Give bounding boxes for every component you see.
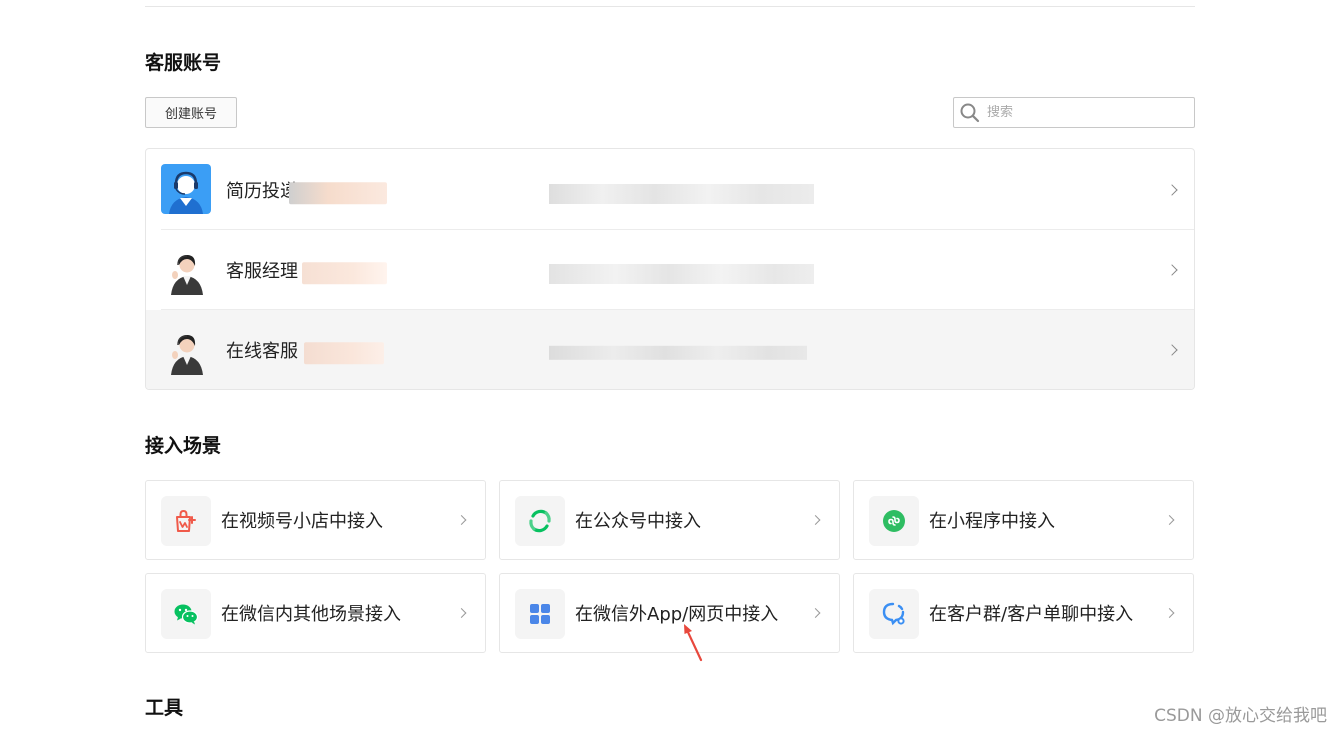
mini-program-icon	[883, 510, 905, 532]
chevron-right-icon	[1166, 264, 1178, 276]
redacted-blur	[549, 264, 814, 284]
redacted-blur	[304, 342, 384, 365]
redacted-blur	[549, 183, 814, 204]
account-row[interactable]: 简历投递	[146, 149, 1194, 230]
chevron-right-icon	[810, 515, 821, 525]
avatar	[161, 164, 211, 214]
create-account-button[interactable]: 创建账号	[145, 97, 237, 128]
chevron-right-icon	[1166, 183, 1178, 196]
chevron-right-icon	[810, 608, 821, 618]
scene-card-customer-group[interactable]: 在客户群/客户单聊中接入	[853, 573, 1194, 653]
search-icon	[960, 103, 980, 122]
section-title-tools: 工具	[145, 697, 184, 719]
account-name: 客服经理	[226, 261, 298, 282]
scene-label: 在小程序中接入	[929, 511, 1055, 532]
scene-card-mini-program[interactable]: 在小程序中接入	[853, 480, 1194, 560]
section-title-scenes: 接入场景	[145, 435, 222, 457]
service-agent-avatar-icon	[161, 164, 211, 214]
scene-icon-container	[161, 589, 211, 639]
scene-card-official-account[interactable]: 在公众号中接入	[499, 480, 840, 560]
top-divider	[145, 6, 1195, 7]
shop-bag-icon	[176, 509, 196, 532]
chevron-right-icon	[1164, 608, 1175, 618]
chevron-right-icon	[1164, 515, 1175, 525]
avatar	[161, 325, 211, 375]
female-agent-avatar-icon	[161, 245, 211, 295]
chevron-right-icon	[1166, 344, 1178, 356]
scene-icon-container	[869, 496, 919, 546]
scene-label: 在客户群/客户单聊中接入	[929, 604, 1134, 625]
redacted-blur	[549, 345, 807, 360]
scene-icon-container	[515, 496, 565, 546]
app-grid-icon	[530, 604, 550, 624]
section-title-accounts: 客服账号	[145, 52, 222, 74]
official-account-icon	[529, 509, 551, 533]
chat-bubble-icon	[882, 602, 905, 626]
scene-label: 在公众号中接入	[575, 511, 701, 532]
search-input[interactable]	[987, 105, 1187, 120]
scene-icon-container	[161, 496, 211, 546]
annotation-arrow-icon	[684, 624, 703, 662]
scene-label: 在视频号小店中接入	[221, 511, 383, 532]
chevron-right-icon	[456, 515, 467, 525]
scene-label: 在微信内其他场景接入	[221, 604, 401, 625]
scene-card-app-web[interactable]: 在微信外App/网页中接入	[499, 573, 840, 653]
wechat-icon	[174, 604, 199, 625]
avatar	[161, 245, 211, 295]
account-name: 在线客服	[226, 341, 298, 362]
redacted-blur	[302, 262, 387, 285]
account-name: 简历投递	[226, 180, 298, 202]
chevron-right-icon	[456, 608, 467, 618]
account-row[interactable]: 客服经理	[146, 230, 1194, 310]
female-agent-avatar-icon	[161, 325, 211, 375]
search-box[interactable]	[953, 97, 1195, 128]
scene-card-channels-shop[interactable]: 在视频号小店中接入	[145, 480, 486, 560]
scene-label: 在微信外App/网页中接入	[575, 604, 779, 625]
account-row[interactable]: 在线客服	[146, 310, 1194, 389]
account-list: 简历投递 客服经理 在线客服	[145, 148, 1195, 390]
scene-icon-container	[515, 589, 565, 639]
redacted-blur	[289, 181, 387, 204]
scene-card-wechat-other[interactable]: 在微信内其他场景接入	[145, 573, 486, 653]
watermark: CSDN @放心交给我吧	[1154, 706, 1327, 726]
scene-icon-container	[869, 589, 919, 639]
